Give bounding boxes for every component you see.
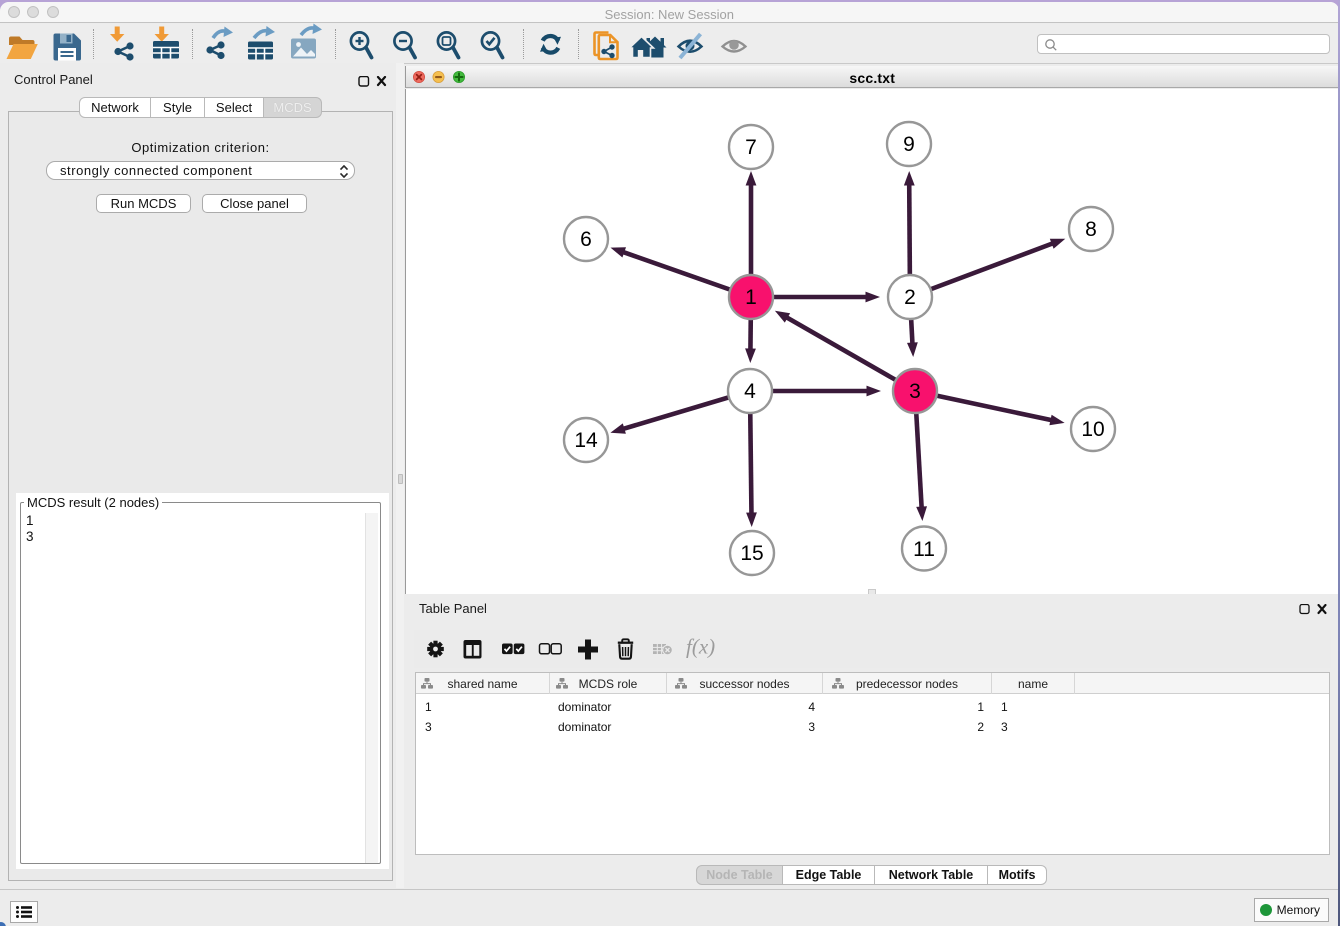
svg-text:8: 8 xyxy=(1085,218,1097,241)
svg-text:1: 1 xyxy=(745,286,757,309)
svg-text:6: 6 xyxy=(580,228,592,251)
svg-text:2: 2 xyxy=(904,286,916,309)
svg-text:7: 7 xyxy=(745,136,757,159)
svg-text:f(x): f(x) xyxy=(686,635,715,659)
svg-text:11: 11 xyxy=(913,538,935,561)
svg-text:10: 10 xyxy=(1081,418,1104,441)
svg-text:14: 14 xyxy=(574,429,598,452)
svg-text:15: 15 xyxy=(740,542,763,565)
svg-text:4: 4 xyxy=(744,380,756,403)
svg-text:3: 3 xyxy=(909,380,921,403)
svg-text:9: 9 xyxy=(903,133,915,156)
